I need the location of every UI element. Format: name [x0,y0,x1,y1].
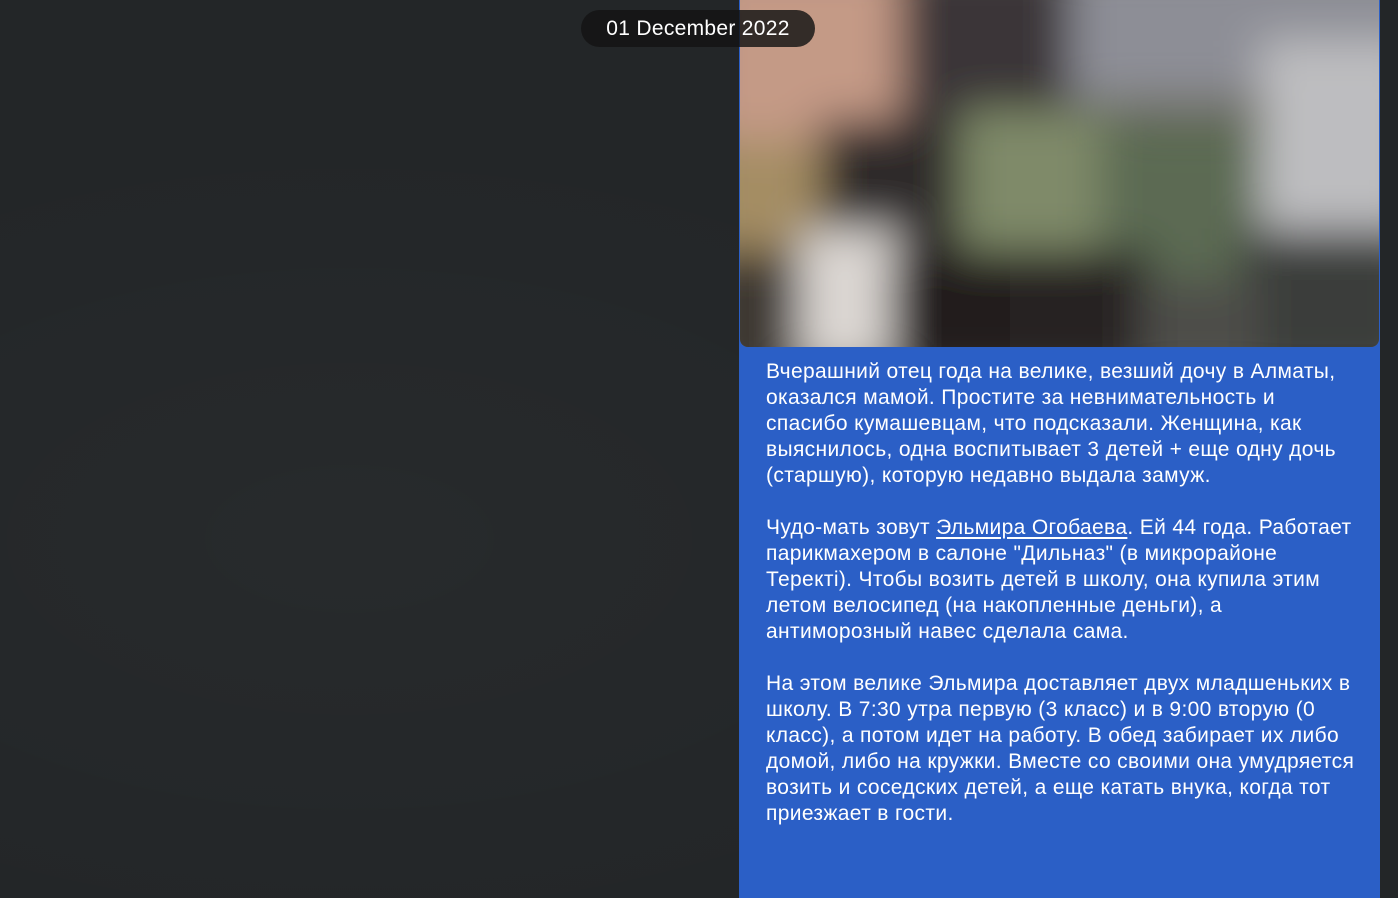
person-link[interactable]: Эльмира Огобаева [936,516,1127,539]
message-text-fragment: Чудо-мать зовут [766,516,937,539]
message-paragraph: На этом велике Эльмира доставляет двух м… [766,672,1355,825]
photo-icon [740,0,1379,347]
message-bubble[interactable]: Вчерашний отец года на велике, везший до… [739,0,1380,898]
message-paragraph: Вчерашний отец года на велике, везший до… [766,360,1336,487]
message-paragraph: Чудо-мать зовут Эльмира Огобаева. Ей 44 … [766,515,1356,645]
date-separator: 01 December 2022 [581,10,815,47]
message-text: Вчерашний отец года на велике, везший до… [766,359,1356,853]
message-photo[interactable] [740,0,1379,347]
